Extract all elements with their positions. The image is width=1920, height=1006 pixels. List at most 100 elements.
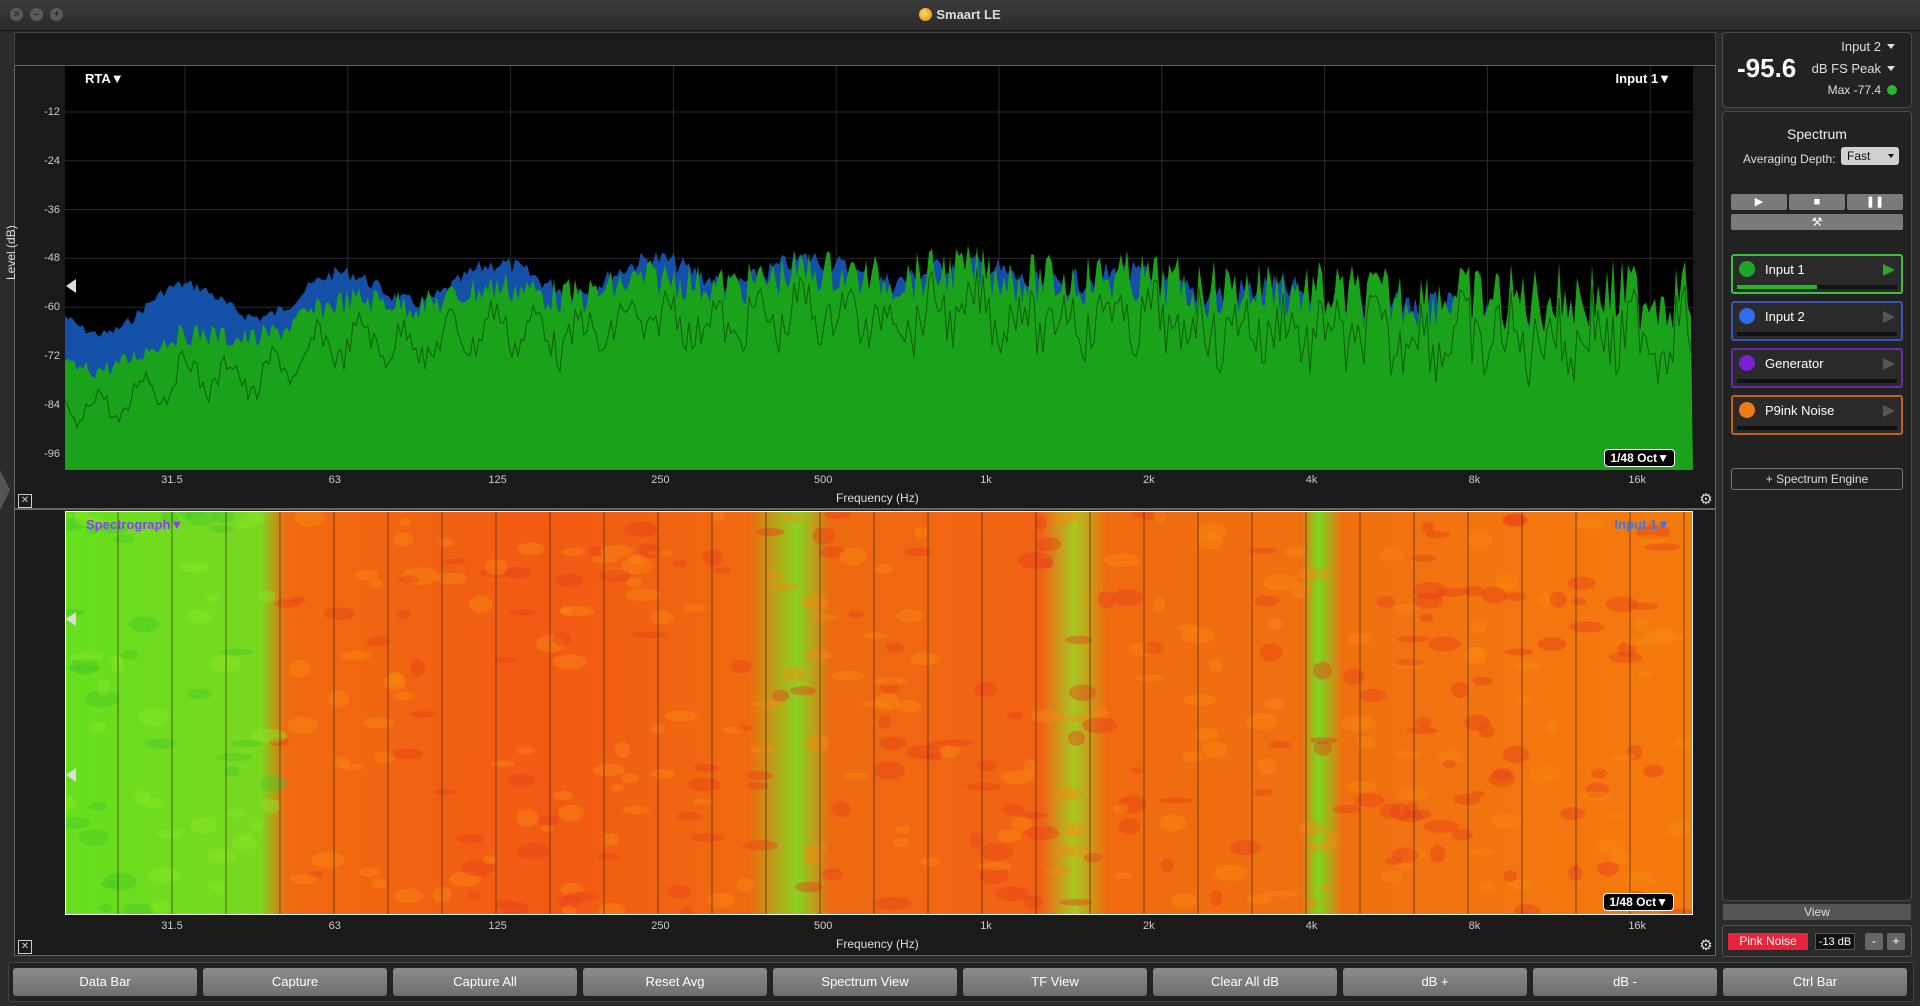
heatmap-cell — [1310, 737, 1338, 744]
ctrl-button-clear-all-db[interactable]: Clear All dB — [1153, 968, 1337, 996]
x-tick-label: 16k — [1628, 920, 1647, 932]
heatmap-cell — [1544, 718, 1559, 735]
measurement-input-2[interactable]: Input 2 — [1731, 301, 1903, 341]
measurement-color-icon — [1739, 308, 1755, 324]
heatmap-cell — [1341, 715, 1376, 732]
heatmap-cell — [1313, 661, 1332, 680]
spectrograph-plot-area[interactable]: Spectrograph▼ Input 1▼ 1/48 Oct▼ — [65, 511, 1693, 915]
tools-icon[interactable]: ⚒ — [1731, 214, 1903, 230]
meter-source-select[interactable]: Input 2 — [1841, 39, 1895, 54]
generator-plus-button[interactable]: + — [1887, 933, 1905, 950]
heatmap-cell — [1597, 838, 1626, 855]
measurement-play-icon[interactable] — [1883, 264, 1895, 276]
heatmap-cell — [1170, 892, 1197, 910]
heatmap-cell — [1001, 804, 1025, 816]
heatmap-cell — [940, 739, 975, 747]
rta-mode-selector[interactable]: RTA▼ — [85, 71, 124, 86]
heatmap-cell — [251, 729, 287, 743]
heatmap-cell — [1559, 807, 1586, 821]
averaging-depth-value: Fast — [1847, 149, 1871, 163]
ctrl-button-capture-all[interactable]: Capture All — [393, 968, 577, 996]
heatmap-cell — [383, 673, 407, 692]
heatmap-cell — [1181, 751, 1204, 763]
pink-noise-button[interactable]: Pink Noise — [1728, 933, 1808, 950]
x-tick-label: 500 — [814, 920, 833, 932]
measurement-generator[interactable]: Generator — [1731, 348, 1903, 388]
play-button[interactable]: ▶ — [1731, 194, 1787, 210]
spectrograph-upper-marker[interactable] — [66, 612, 76, 626]
heatmap-cell — [99, 903, 113, 913]
heatmap-cell — [896, 608, 924, 623]
heatmap-cell — [1202, 741, 1228, 759]
heatmap-cell — [1443, 759, 1457, 769]
x-tick-label: 125 — [488, 474, 507, 486]
ctrl-button-capture[interactable]: Capture — [203, 968, 387, 996]
input-1-trace — [65, 244, 1693, 470]
x-tick-label: 63 — [328, 474, 341, 486]
ctrl-button-spectrum-view[interactable]: Spectrum View — [773, 968, 957, 996]
measurement-pink-noise[interactable]: P9ink Noise — [1731, 395, 1903, 435]
rta-input-selector[interactable]: Input 1▼ — [1616, 71, 1671, 86]
spectrograph-input-selector[interactable]: Input 1▼ — [1615, 517, 1670, 532]
measurement-play-icon[interactable] — [1883, 358, 1895, 370]
heatmap-cell — [1567, 576, 1596, 590]
heatmap-cell — [650, 610, 674, 625]
spectrum-panel-title: Spectrum — [1787, 126, 1847, 142]
x-tick-label: 16k — [1628, 474, 1647, 486]
measurement-play-icon[interactable] — [1883, 405, 1895, 417]
heatmap-cell — [1067, 730, 1086, 746]
ctrl-button-reset-avg[interactable]: Reset Avg — [583, 968, 767, 996]
heatmap-cell — [690, 833, 726, 842]
spectrograph-lower-marker[interactable] — [66, 768, 76, 782]
heatmap-cell — [830, 670, 866, 681]
close-spectrograph-icon[interactable]: ✕ — [18, 940, 32, 954]
heatmap-cell — [1504, 648, 1533, 656]
heatmap-cell — [1158, 797, 1193, 804]
pause-button[interactable]: ❚❚ — [1847, 194, 1903, 210]
add-spectrum-engine-button[interactable]: + Spectrum Engine — [1731, 468, 1903, 490]
ctrl-button-data-bar[interactable]: Data Bar — [13, 968, 197, 996]
ctrl-button-db[interactable]: dB - — [1533, 968, 1717, 996]
heatmap-cell — [1665, 821, 1692, 838]
spectrograph-resolution-button[interactable]: 1/48 Oct▼ — [1603, 893, 1674, 911]
heatmap-cell — [772, 689, 790, 702]
stop-button[interactable]: ■ — [1789, 194, 1845, 210]
spectrograph-settings-gear-icon[interactable]: ⚙ — [1698, 938, 1714, 954]
view-button[interactable]: View — [1723, 904, 1911, 920]
rta-settings-gear-icon[interactable]: ⚙ — [1698, 492, 1714, 508]
heatmap-cell — [1034, 515, 1047, 530]
heatmap-cell — [1065, 635, 1093, 645]
title-bar: × – + Smaart LE — [0, 0, 1920, 31]
heatmap-cell — [1253, 789, 1274, 796]
rta-resolution-button[interactable]: 1/48 Oct▼ — [1604, 449, 1675, 467]
measurement-level-bar — [1737, 426, 1897, 430]
heatmap-cell — [1113, 803, 1129, 813]
heatmap-cell — [1118, 818, 1141, 835]
heatmap-cell — [593, 764, 626, 776]
heatmap-cell — [1568, 865, 1583, 881]
ctrl-button-db[interactable]: dB + — [1343, 968, 1527, 996]
heatmap-cell — [1638, 670, 1652, 679]
ctrl-button-tf-view[interactable]: TF View — [963, 968, 1147, 996]
side-panel-handle[interactable] — [0, 470, 10, 510]
ctrl-button-ctrl-bar[interactable]: Ctrl Bar — [1723, 968, 1907, 996]
heatmap-cell — [260, 798, 281, 813]
averaging-depth-select[interactable]: Fast — [1841, 147, 1899, 165]
heatmap-cell — [1605, 596, 1639, 613]
heatmap-cell — [371, 878, 387, 889]
rta-plot-area[interactable]: RTA▼ Input 1▼ 1/48 Oct▼ — [65, 66, 1693, 470]
measurement-play-icon[interactable] — [1883, 311, 1895, 323]
heatmap-cell — [1623, 870, 1656, 888]
rta-threshold-marker[interactable] — [66, 279, 76, 293]
heatmap-cell — [1644, 627, 1678, 645]
spectrograph-mode-selector[interactable]: Spectrograph▼ — [86, 517, 183, 532]
heatmap-cell — [1332, 804, 1362, 814]
meter-scale-select[interactable]: dB FS Peak — [1812, 61, 1895, 76]
heatmap-cell — [434, 789, 456, 796]
heatmap-cell — [831, 800, 851, 818]
close-rta-icon[interactable]: ✕ — [18, 494, 32, 508]
measurement-input-1[interactable]: Input 1 — [1731, 254, 1903, 294]
heatmap-cell — [848, 611, 864, 618]
heatmap-cell — [1393, 603, 1419, 614]
generator-minus-button[interactable]: - — [1865, 933, 1883, 950]
